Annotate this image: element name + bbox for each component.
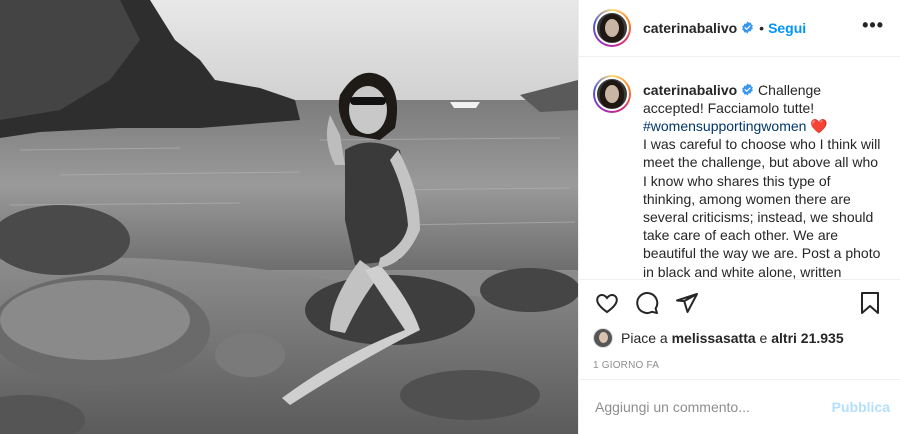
post-side-panel: caterinabalivo • Segui ••• caterinabaliv… [578, 0, 900, 434]
caption-author-avatar[interactable] [593, 74, 631, 113]
instagram-post: caterinabalivo • Segui ••• caterinabaliv… [0, 0, 900, 434]
post-timestamp[interactable]: 1 GIORNO FA [579, 350, 900, 380]
heart-icon [596, 294, 618, 314]
verified-badge-icon [742, 83, 754, 96]
caption-body: I was careful to choose who I think will… [643, 136, 881, 280]
paper-plane-icon [676, 293, 698, 314]
author-username[interactable]: caterinabalivo [643, 20, 737, 36]
liker-username[interactable]: melissasatta [672, 330, 756, 346]
likes-others-link[interactable]: altri 21.935 [771, 330, 843, 346]
more-options-icon[interactable]: ••• [862, 16, 884, 36]
caption-section: caterinabalivo Challenge accepted! Facci… [579, 57, 900, 280]
liker-avatar[interactable] [593, 328, 613, 349]
avatar-image [595, 76, 629, 111]
caption-username[interactable]: caterinabalivo [643, 82, 737, 98]
bookmark-icon [861, 292, 879, 315]
beach-photo-illustration [0, 0, 578, 434]
post-header: caterinabalivo • Segui ••• [579, 0, 900, 57]
post-photo[interactable] [0, 0, 578, 434]
avatar-face [605, 84, 619, 103]
comment-input[interactable] [595, 399, 832, 416]
comment-button[interactable] [633, 289, 661, 317]
save-button[interactable] [856, 289, 884, 317]
verified-badge-icon [742, 21, 754, 34]
share-button[interactable] [673, 289, 701, 317]
likes-prefix: Piace a [621, 330, 668, 347]
likes-summary: Piace a melissasatta e altri 21.935 [579, 321, 900, 350]
separator-dot: • [759, 19, 765, 36]
heart-emoji: ❤️ [810, 117, 828, 134]
avatar-image [595, 10, 629, 45]
publish-button[interactable]: Pubblica [832, 399, 890, 415]
caption-text: caterinabalivo Challenge accepted! Facci… [643, 81, 884, 280]
follow-button[interactable]: Segui [768, 20, 806, 36]
avatar-face [605, 18, 619, 37]
comment-icon [636, 292, 659, 315]
comment-form: Pubblica [579, 379, 900, 434]
likes-conjunction: e [759, 330, 768, 347]
author-avatar[interactable] [593, 8, 631, 47]
like-button[interactable] [593, 289, 621, 317]
action-bar [579, 279, 900, 320]
caption-hashtag[interactable]: #womensupportingwomen [643, 118, 806, 134]
